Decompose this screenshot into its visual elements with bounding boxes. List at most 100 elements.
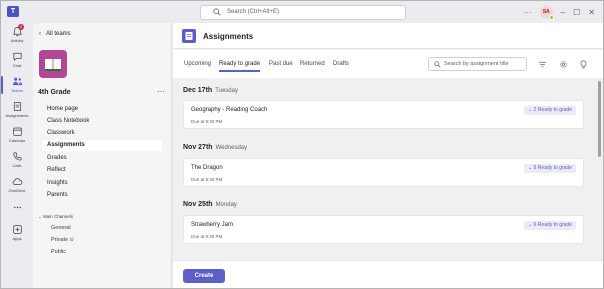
assignment-search-input[interactable]: Search by assignment title [428, 57, 527, 71]
ready-to-grade-badge[interactable]: ⌄ 2 Ready to grade [524, 106, 576, 115]
presence-icon [548, 14, 554, 20]
assignments-header: Assignments [173, 23, 603, 49]
assignment-title: Geography - Reading Coach [191, 107, 268, 113]
date-header: Dec 17th Tuesday [183, 87, 238, 94]
weekday-label: Wednesday [215, 145, 248, 151]
team-panel: ‹ All teams 4th Grade ··· Home page Clas… [33, 23, 172, 288]
date-label: Nov 25th [183, 201, 213, 208]
gear-icon[interactable] [559, 60, 568, 69]
window-controls: ··· SA – ☐ ✕ [524, 5, 595, 20]
more-options-icon[interactable]: ··· [524, 8, 532, 17]
rail-item-assignments[interactable]: Assignments [1, 98, 33, 123]
avatar[interactable]: SA [539, 5, 554, 20]
badge-label: 2 Ready to grade [533, 107, 572, 113]
avatar-initials: SA [542, 8, 550, 15]
nav-grades[interactable]: Grades [42, 153, 162, 164]
rail-label: Assignments [5, 113, 29, 118]
assignment-due: Due at 9:30 PM [191, 119, 223, 124]
channel-private[interactable]: Private ⊙ [51, 237, 74, 243]
lock-icon: ⊙ [69, 237, 74, 243]
phone-icon [12, 152, 22, 161]
channel-public[interactable]: Public [51, 249, 66, 255]
assignment-due: Due at 9:30 PM [191, 234, 223, 239]
global-search-placeholder: Search (Ctrl+Alt+E) [227, 9, 280, 15]
more-icon [13, 206, 21, 209]
global-search-input[interactable]: Search (Ctrl+Alt+E) [200, 5, 406, 20]
filter-icon[interactable] [538, 60, 547, 69]
tab-returned[interactable]: Returned [300, 61, 325, 67]
channels-header[interactable]: ⌄ Main Channels [38, 214, 73, 220]
teams-logo-icon: T [7, 6, 19, 17]
assignment-title: The Dragon [191, 165, 223, 171]
calendar-icon [12, 127, 22, 136]
rail-item-apps[interactable]: Apps [1, 221, 33, 246]
app-rail: 2 Activity Chat Teams Assignments Calend… [1, 23, 33, 288]
close-icon[interactable]: ✕ [588, 8, 595, 17]
search-icon [434, 61, 441, 68]
search-icon [213, 8, 221, 16]
channel-private-label: Private [51, 237, 69, 243]
rail-item-teams[interactable]: Teams [1, 73, 33, 98]
chat-icon [12, 52, 22, 61]
date-header: Nov 25th Monday [183, 201, 237, 208]
rail-item-activity[interactable]: 2 Activity [1, 23, 33, 48]
badge-label: 6 Ready to grade [533, 222, 572, 228]
scrollbar[interactable] [598, 81, 601, 157]
rail-label: Chat [12, 63, 22, 68]
maximize-icon[interactable]: ☐ [573, 8, 580, 17]
nav-parents[interactable]: Parents [42, 190, 162, 201]
activity-badge: 2 [18, 24, 25, 30]
assignment-tabs: Upcoming Ready to grade Past due Returne… [173, 50, 603, 78]
minimize-icon[interactable]: – [561, 8, 565, 17]
ready-to-grade-badge[interactable]: ⌄ 6 Ready to grade [524, 221, 576, 230]
ready-to-grade-badge[interactable]: ⌄ 6 Ready to grade [524, 164, 576, 173]
badge-label: 6 Ready to grade [533, 165, 572, 171]
footer-bar: Create [173, 260, 603, 288]
rail-label: Calls [12, 163, 22, 168]
book-icon [45, 59, 61, 71]
chevron-down-icon: ⌄ [38, 214, 42, 219]
team-more-options-icon[interactable]: ··· [157, 87, 165, 96]
date-label: Dec 17th [183, 87, 213, 94]
assignments-icon [13, 102, 21, 111]
rail-item-calls[interactable]: Calls [1, 148, 33, 173]
date-label: Nov 27th [183, 144, 213, 151]
rail-label: OneDrive [8, 188, 26, 193]
rail-label: Teams [11, 88, 23, 93]
assignment-title: Strawberry Jam [191, 222, 234, 228]
page-title: Assignments [203, 32, 254, 41]
weekday-label: Monday [215, 202, 237, 208]
nav-insights[interactable]: Insights [42, 178, 162, 189]
nav-reflect[interactable]: Reflect [42, 165, 162, 176]
assignment-search-placeholder: Search by assignment title [444, 61, 509, 67]
chevron-left-icon: ‹ [39, 31, 41, 37]
assignment-due: Due at 9:30 PM [191, 177, 223, 182]
nav-home-page[interactable]: Home page [42, 104, 162, 115]
rail-label: Calendar [8, 138, 26, 143]
tab-drafts[interactable]: Drafts [333, 61, 349, 67]
rail-item-onedrive[interactable]: OneDrive [1, 173, 33, 198]
rail-item-calendar[interactable]: Calendar [1, 123, 33, 148]
chevron-down-icon: ⌄ [528, 222, 533, 228]
team-image [39, 50, 67, 78]
lightbulb-icon[interactable] [579, 60, 588, 69]
rail-item-chat[interactable]: Chat [1, 48, 33, 73]
tab-past-due[interactable]: Past due [269, 61, 293, 67]
assignment-card[interactable]: Geography - Reading Coach Due at 9:30 PM… [183, 100, 584, 129]
tab-upcoming[interactable]: Upcoming [184, 61, 211, 67]
nav-class-notebook[interactable]: Class Notebook [42, 116, 162, 127]
create-button[interactable]: Create [183, 269, 225, 283]
assignment-list: Dec 17th Tuesday Geography - Reading Coac… [173, 79, 603, 259]
channel-general[interactable]: General [51, 225, 71, 231]
rail-label: Activity [10, 38, 24, 43]
all-teams-label: All teams [46, 31, 71, 37]
teams-icon [12, 77, 22, 86]
assignment-card[interactable]: Strawberry Jam Due at 9:30 PM ⌄ 6 Ready … [183, 215, 584, 244]
assignments-main: Assignments Upcoming Ready to grade Past… [173, 23, 603, 288]
all-teams-link[interactable]: ‹ All teams [39, 31, 71, 37]
title-bar: T Search (Ctrl+Alt+E) ··· SA – ☐ ✕ [1, 1, 603, 23]
nav-classwork[interactable]: Classwork [42, 128, 162, 139]
assignment-card[interactable]: The Dragon Due at 9:30 PM ⌄ 6 Ready to g… [183, 158, 584, 187]
tab-ready-to-grade[interactable]: Ready to grade [219, 61, 261, 72]
nav-assignments[interactable]: Assignments [42, 140, 162, 151]
